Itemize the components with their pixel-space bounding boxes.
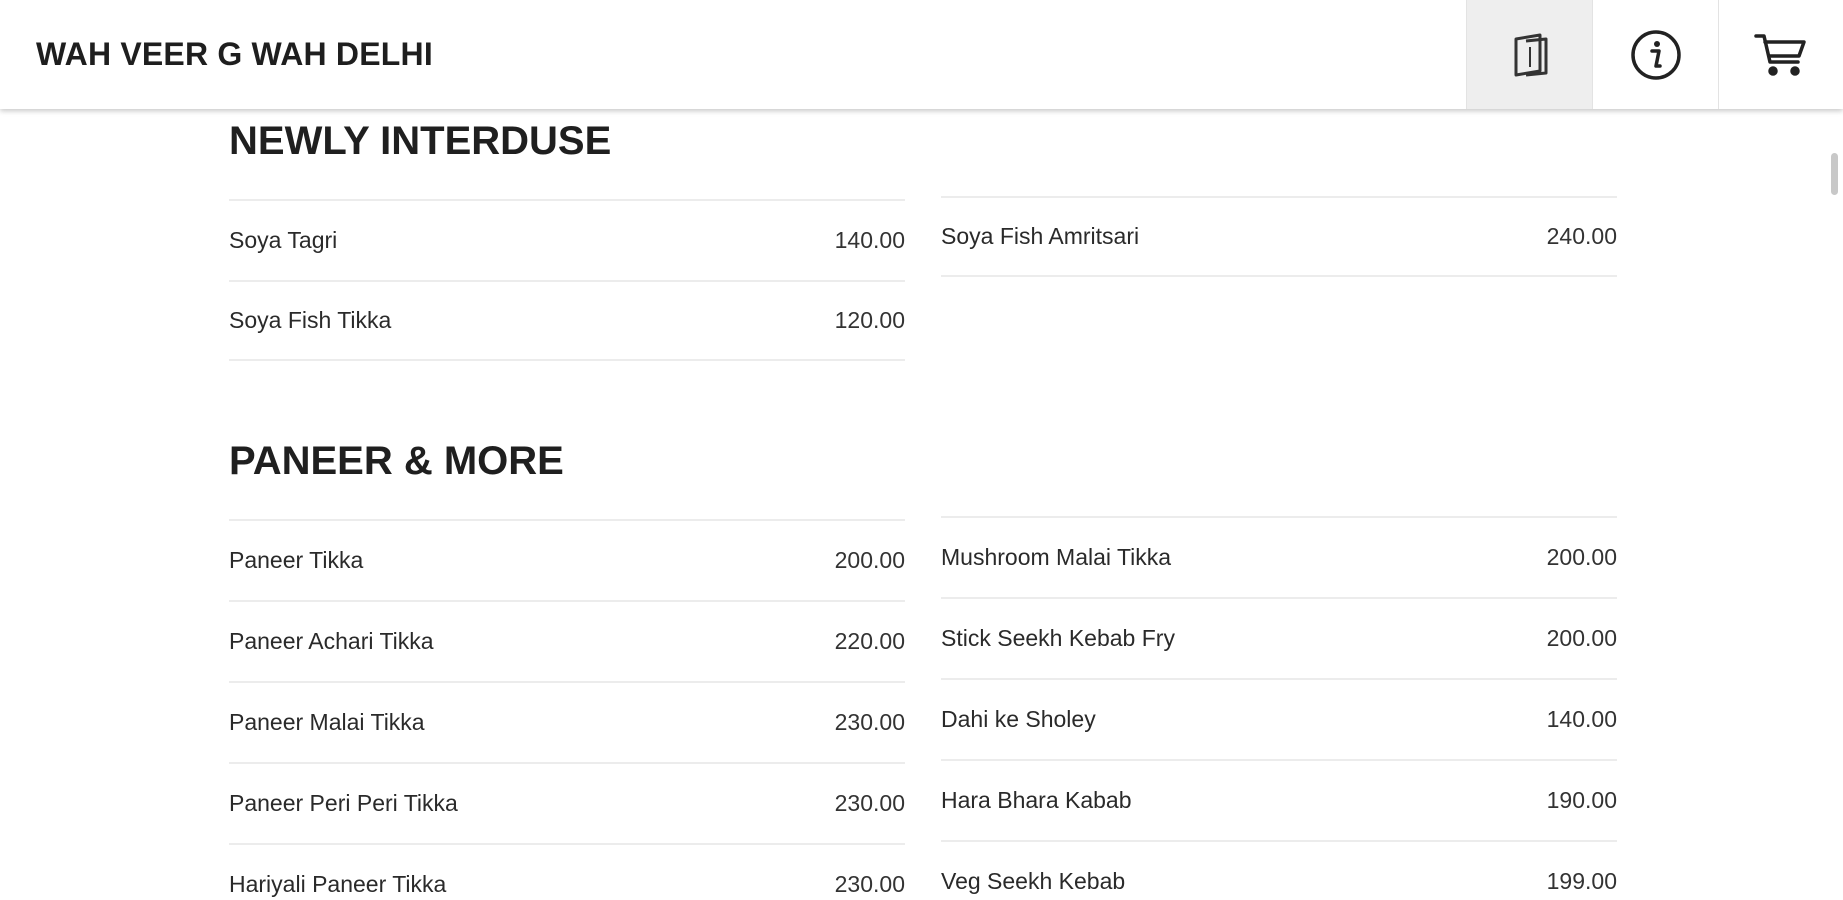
item-name: Soya Fish Amritsari	[941, 223, 1140, 249]
menu-item[interactable]: Stick Seekh Kebab Fry 200.00	[941, 597, 1617, 678]
menu-item[interactable]: Soya Fish Tikka 120.00	[229, 280, 905, 361]
cart-button[interactable]	[1718, 0, 1843, 109]
item-name: Stick Seekh Kebab Fry	[941, 625, 1175, 651]
item-name: Paneer Peri Peri Tikka	[229, 790, 458, 816]
item-name: Soya Tagri	[229, 227, 338, 253]
item-name: Hara Bhara Kabab	[941, 787, 1132, 813]
menu-item[interactable]: Paneer Achari Tikka 220.00	[229, 600, 905, 681]
item-price: 200.00	[1546, 544, 1617, 570]
info-icon	[1630, 29, 1682, 81]
menu-book-icon	[1510, 31, 1550, 79]
item-price: 220.00	[834, 628, 905, 654]
item-price: 190.00	[1546, 787, 1617, 813]
menu-item[interactable]: Veg Seekh Kebab 199.00	[941, 840, 1617, 900]
section-title: NEWLY INTERDUSE	[229, 119, 612, 163]
item-name: Paneer Achari Tikka	[229, 628, 434, 654]
app-header: WAH VEER G WAH DELHI	[0, 0, 1843, 109]
item-name: Veg Seekh Kebab	[941, 868, 1126, 894]
item-name: Mushroom Malai Tikka	[941, 544, 1172, 570]
menu-item[interactable]: Mushroom Malai Tikka 200.00	[941, 516, 1617, 597]
menu-button[interactable]	[1466, 0, 1592, 109]
menu-item[interactable]: Soya Fish Amritsari 240.00	[941, 196, 1617, 277]
item-price: 240.00	[1546, 223, 1617, 249]
item-price: 230.00	[834, 790, 905, 816]
item-price: 199.00	[1546, 868, 1617, 894]
info-button[interactable]	[1592, 0, 1718, 109]
cart-icon	[1754, 32, 1808, 78]
restaurant-name: WAH VEER G WAH DELHI	[36, 36, 433, 72]
menu-item[interactable]: Paneer Malai Tikka 230.00	[229, 681, 905, 762]
item-price: 200.00	[1546, 625, 1617, 651]
menu-item[interactable]: Paneer Tikka 200.00	[229, 519, 905, 600]
item-price: 200.00	[834, 547, 905, 573]
item-name: Hariyali Paneer Tikka	[229, 871, 447, 897]
item-price: 120.00	[834, 307, 905, 333]
scrollbar-thumb[interactable]	[1831, 153, 1838, 195]
item-price: 230.00	[834, 709, 905, 735]
menu-item[interactable]: Dahi ke Sholey 140.00	[941, 678, 1617, 759]
item-price: 230.00	[834, 871, 905, 897]
menu-item[interactable]: Soya Tagri 140.00	[229, 199, 905, 280]
item-name: Dahi ke Sholey	[941, 706, 1096, 732]
menu-content: NEWLY INTERDUSE Soya Tagri 140.00 Soya F…	[0, 109, 1843, 900]
menu-item[interactable]: Hariyali Paneer Tikka 230.00	[229, 843, 905, 900]
menu-item[interactable]: Paneer Peri Peri Tikka 230.00	[229, 762, 905, 843]
section-title: PANEER & MORE	[229, 439, 564, 483]
item-price: 140.00	[834, 227, 905, 253]
item-name: Soya Fish Tikka	[229, 307, 392, 333]
menu-item[interactable]: Hara Bhara Kabab 190.00	[941, 759, 1617, 840]
item-price: 140.00	[1546, 706, 1617, 732]
item-name: Paneer Malai Tikka	[229, 709, 425, 735]
item-name: Paneer Tikka	[229, 547, 364, 573]
